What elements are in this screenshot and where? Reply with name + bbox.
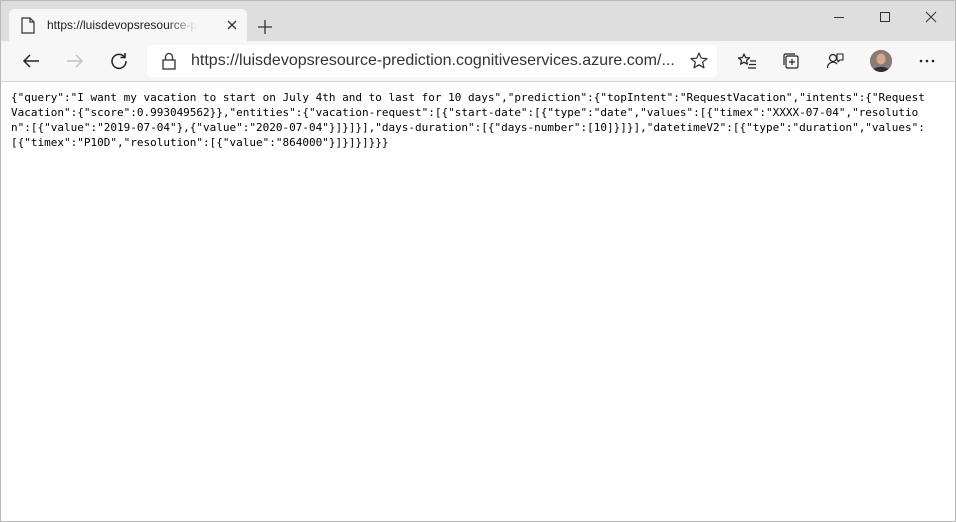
favorite-star-icon[interactable] <box>689 51 709 71</box>
page-content: {"query":"I want my vacation to start on… <box>1 82 955 520</box>
feedback-button[interactable] <box>821 47 849 75</box>
feedback-icon <box>826 53 844 69</box>
address-bar[interactable]: https://luisdevopsresource-prediction.co… <box>147 45 717 77</box>
json-response-text: {"query":"I want my vacation to start on… <box>11 91 925 149</box>
maximize-icon <box>880 12 890 22</box>
lock-icon[interactable] <box>161 52 177 70</box>
back-button[interactable] <box>17 47 45 75</box>
close-icon <box>925 11 937 23</box>
profile-avatar[interactable] <box>870 50 892 72</box>
refresh-icon <box>111 53 127 70</box>
minimize-button[interactable] <box>816 1 862 33</box>
tab-strip: https://luisdevopsresource-prediction.co… <box>1 1 955 41</box>
collections-button[interactable] <box>777 47 805 75</box>
page-icon <box>21 16 35 34</box>
favorites-button[interactable] <box>733 47 761 75</box>
browser-window: https://luisdevopsresource-prediction.co… <box>0 0 956 522</box>
tab-title: https://luisdevopsresource-prediction.co… <box>47 18 197 32</box>
window-close-button[interactable] <box>908 1 954 33</box>
plus-icon <box>258 20 272 34</box>
more-button[interactable] <box>913 47 941 75</box>
tab-close-button[interactable] <box>223 16 241 34</box>
url-text[interactable]: https://luisdevopsresource-prediction.co… <box>191 52 677 70</box>
close-icon <box>227 20 237 30</box>
avatar-image <box>870 50 892 72</box>
browser-toolbar: https://luisdevopsresource-prediction.co… <box>1 41 955 82</box>
browser-tab[interactable]: https://luisdevopsresource-prediction.co… <box>9 9 247 41</box>
maximize-button[interactable] <box>862 1 908 33</box>
collections-icon <box>783 53 799 69</box>
more-icon <box>919 59 935 63</box>
new-tab-button[interactable] <box>253 15 277 39</box>
forward-button[interactable] <box>61 47 89 75</box>
favorites-list-icon <box>737 53 756 69</box>
forward-icon <box>67 54 84 68</box>
minimize-icon <box>834 17 844 18</box>
refresh-button[interactable] <box>105 47 133 75</box>
back-icon <box>22 54 39 68</box>
